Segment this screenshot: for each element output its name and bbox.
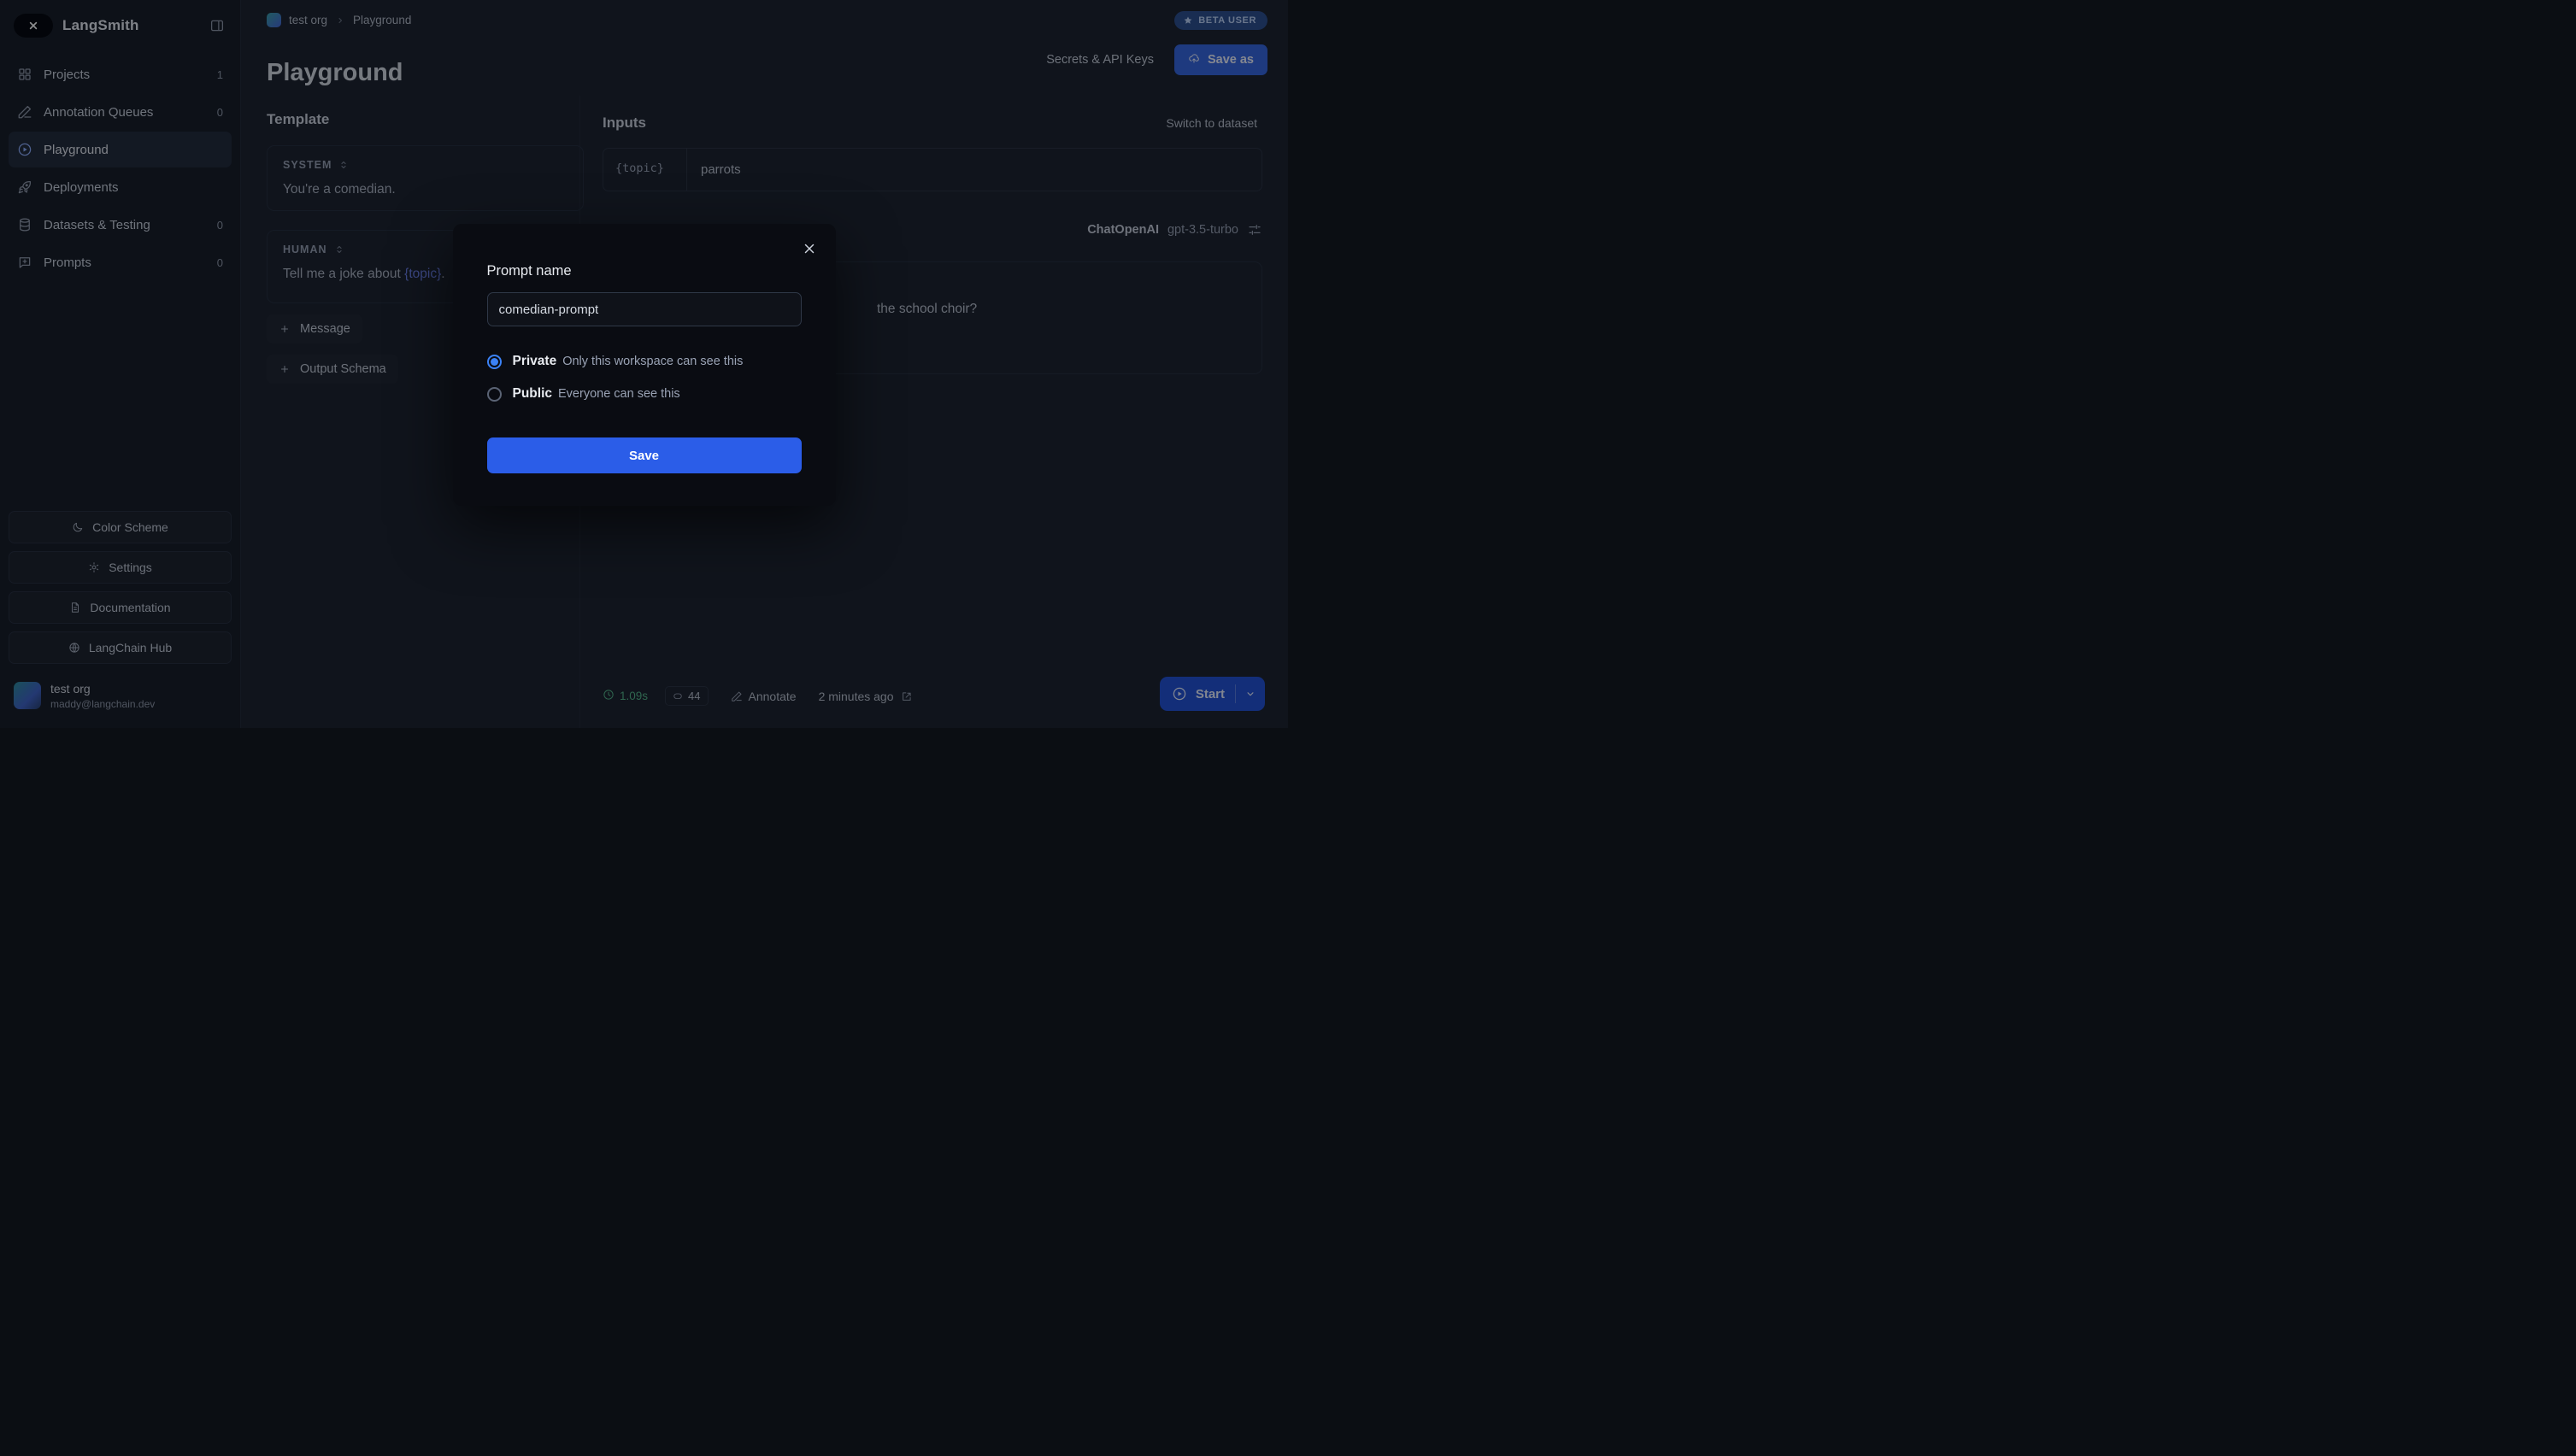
radio-private[interactable] [487, 355, 502, 369]
radio-public[interactable] [487, 387, 502, 402]
save-prompt-modal: Prompt name Private Only this workspace c… [453, 224, 836, 506]
close-icon[interactable] [800, 239, 819, 258]
public-description: Everyone can see this [558, 387, 680, 401]
visibility-option-public[interactable]: Public Everyone can see this [487, 386, 802, 402]
visibility-options: PrivateOnly this workspace can see this … [487, 354, 802, 402]
app-root: LangSmith Projects 1 Annotation Queues 0… [0, 0, 1288, 728]
save-button[interactable]: Save [487, 437, 802, 473]
public-label: Public [513, 386, 553, 401]
private-description: Only this workspace can see this [562, 355, 743, 368]
prompt-name-label: Prompt name [487, 263, 802, 279]
prompt-name-input[interactable] [487, 292, 802, 326]
private-label: Private [513, 354, 557, 368]
visibility-option-private[interactable]: Private Only this workspace can see this [487, 354, 802, 369]
